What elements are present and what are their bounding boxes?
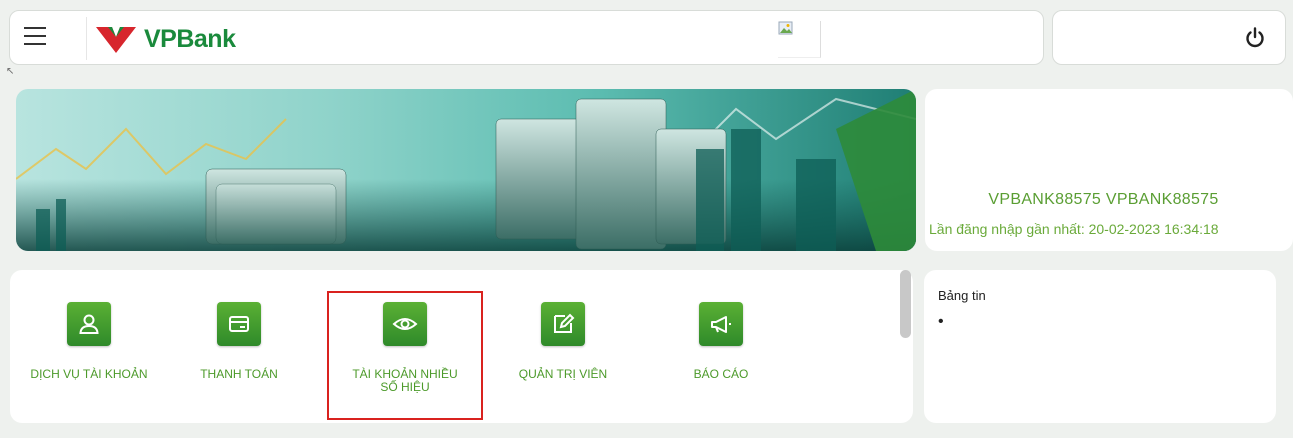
service-payment[interactable]: THANH TOÁN — [164, 270, 314, 381]
services-panel: DỊCH VỤ TÀI KHOẢN THANH TOÁN TÀI KHOẢN N… — [10, 270, 913, 423]
service-payment-label: THANH TOÁN — [200, 367, 278, 381]
news-panel: Bảng tin • — [924, 270, 1276, 423]
service-multi-number-label: TÀI KHOẢN NHIỀU SỐ HIỆU — [352, 367, 458, 394]
power-icon[interactable] — [1243, 26, 1267, 50]
promo-banner — [16, 89, 916, 251]
user-display-name: VPBANK88575 VPBANK88575 — [988, 191, 1219, 208]
service-account[interactable]: DỊCH VỤ TÀI KHOẢN — [14, 270, 164, 381]
eye-icon — [383, 302, 427, 346]
vpbank-logo[interactable]: VPBank — [94, 23, 236, 55]
cursor-icon: ↖ — [6, 66, 15, 77]
top-header: VPBank — [9, 10, 1044, 65]
news-title: Bảng tin — [938, 288, 986, 303]
logo-divider — [86, 17, 87, 60]
hamburger-icon[interactable] — [24, 27, 46, 47]
brand-name: VPBank — [144, 24, 236, 53]
service-multi-number-account[interactable]: TÀI KHOẢN NHIỀU SỐ HIỆU — [330, 270, 480, 394]
news-bullet: • — [938, 313, 944, 330]
power-panel — [1052, 10, 1286, 65]
services-scrollbar[interactable] — [900, 270, 911, 338]
user-info-card: VPBANK88575 VPBANK88575 Lần đăng nhập gầ… — [925, 89, 1293, 251]
edit-icon — [541, 302, 585, 346]
service-report-label: BÁO CÁO — [693, 367, 749, 381]
service-admin-label: QUẢN TRỊ VIÊN — [518, 367, 608, 381]
megaphone-icon — [699, 302, 743, 346]
broken-image-icon — [778, 21, 821, 58]
card-icon — [217, 302, 261, 346]
vpbank-logo-mark — [96, 27, 136, 53]
service-report[interactable]: BÁO CÁO — [646, 270, 796, 381]
last-login-text: Lần đăng nhập gần nhất: 20-02-2023 16:34… — [929, 221, 1219, 237]
service-account-label: DỊCH VỤ TÀI KHOẢN — [30, 367, 148, 381]
service-admin[interactable]: QUẢN TRỊ VIÊN — [488, 270, 638, 381]
user-icon — [67, 302, 111, 346]
